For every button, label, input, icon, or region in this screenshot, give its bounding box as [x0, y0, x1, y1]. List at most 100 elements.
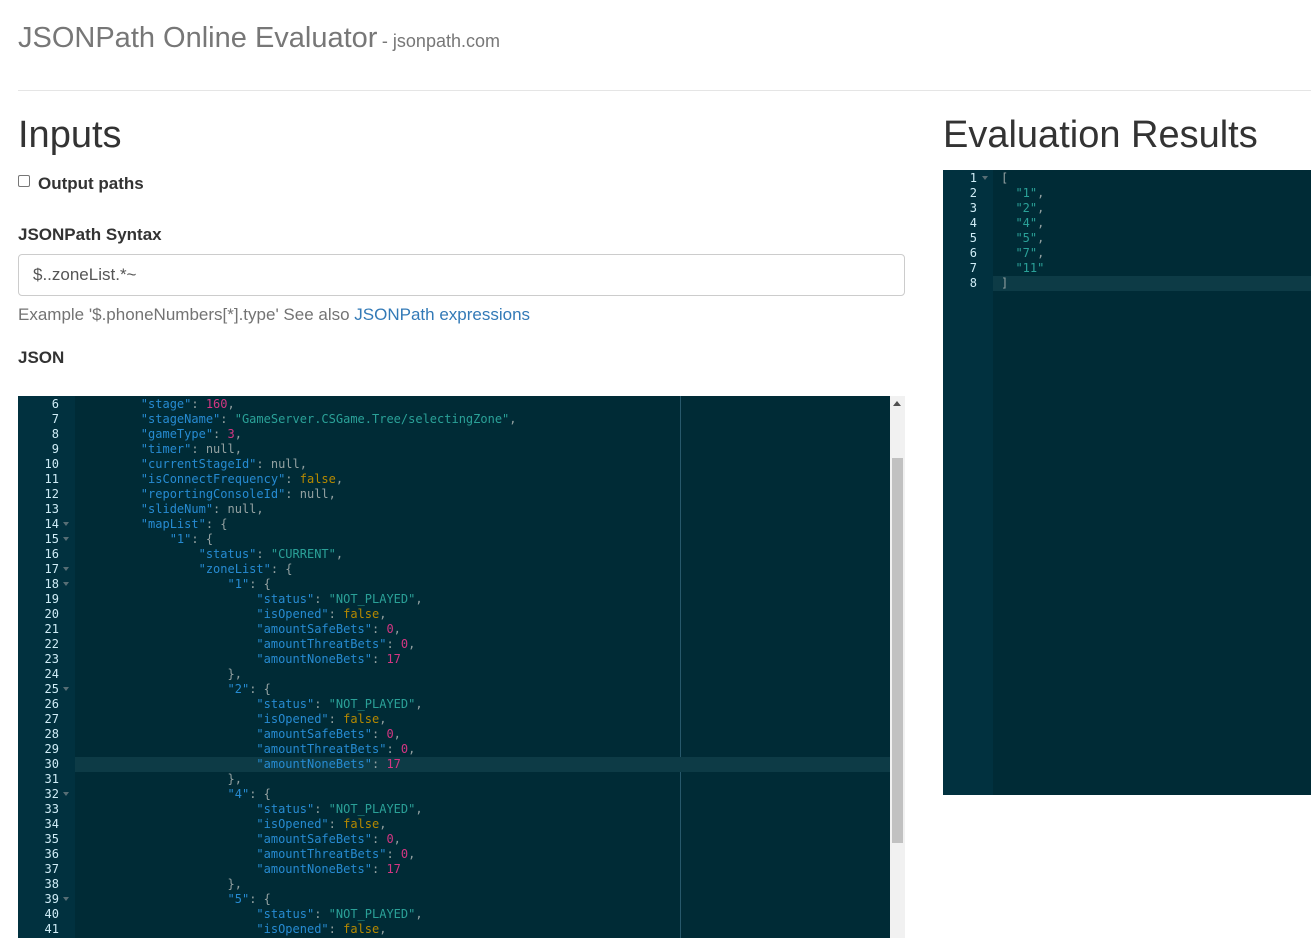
json-editor-line[interactable]: 11 "isConnectFrequency": false,	[18, 472, 890, 487]
code-token: :	[386, 637, 401, 651]
fold-arrow-icon[interactable]	[63, 522, 69, 526]
fold-arrow-icon[interactable]	[63, 537, 69, 541]
scroll-thumb[interactable]	[892, 458, 903, 843]
jsonpath-syntax-label: JSONPath Syntax	[18, 225, 162, 244]
result-editor-line[interactable]: 5 "5",	[943, 231, 1311, 246]
scroll-up-arrow-icon[interactable]	[893, 401, 901, 406]
json-editor-line[interactable]: 33 "status": "NOT_PLAYED",	[18, 802, 890, 817]
code-text: "1",	[1001, 186, 1044, 201]
output-paths-label[interactable]: Output paths	[38, 174, 144, 194]
json-editor-line[interactable]: 27 "isOpened": false,	[18, 712, 890, 727]
json-editor-line[interactable]: 30 "amountNoneBets": 17	[18, 757, 890, 772]
code-text: "amountNoneBets": 17	[83, 652, 401, 667]
line-number: 26	[44, 697, 59, 711]
code-token: "amountNoneBets"	[256, 652, 372, 666]
line-number: 1	[969, 171, 977, 185]
json-editor-line[interactable]: 26 "status": "NOT_PLAYED",	[18, 697, 890, 712]
code-token: ,	[1037, 201, 1045, 215]
code-token: ,	[408, 847, 416, 861]
json-editor-line[interactable]: 18 "1": {	[18, 577, 890, 592]
json-editor-line[interactable]: 15 "1": {	[18, 532, 890, 547]
json-editor-line[interactable]: 40 "status": "NOT_PLAYED",	[18, 907, 890, 922]
json-editor-line[interactable]: 39 "5": {	[18, 892, 890, 907]
code-text: "gameType": 3,	[83, 427, 242, 442]
code-token: "NOT_PLAYED"	[328, 592, 416, 606]
json-editor-line[interactable]: 9 "timer": null,	[18, 442, 890, 457]
fold-arrow-icon[interactable]	[63, 792, 69, 796]
json-editor-line[interactable]: 38 },	[18, 877, 890, 892]
json-editor-line[interactable]: 22 "amountThreatBets": 0,	[18, 637, 890, 652]
json-editor-line[interactable]: 14 "mapList": {	[18, 517, 890, 532]
json-editor-line[interactable]: 20 "isOpened": false,	[18, 607, 890, 622]
code-token: ,	[415, 802, 423, 816]
json-editor-line[interactable]: 7 "stageName": "GameServer.CSGame.Tree/s…	[18, 412, 890, 427]
result-editor[interactable]: 1[2 "1", 3 "2", 4 "4", 5 "5", 6 "7", 7 "11" 8]	[943, 170, 1311, 795]
fold-arrow-icon[interactable]	[63, 687, 69, 691]
code-token: :	[328, 607, 344, 621]
json-editor-line[interactable]: 25 "2": {	[18, 682, 890, 697]
json-editor[interactable]: 6 "stage": 160, 7 "stageName": "GameServe…	[18, 396, 890, 938]
code-token: : {	[191, 532, 214, 546]
result-editor-line[interactable]: 2 "1",	[943, 186, 1311, 201]
code-token: ,	[379, 607, 387, 621]
result-editor-line[interactable]: 6 "7",	[943, 246, 1311, 261]
output-paths-row[interactable]: Output paths	[18, 174, 144, 194]
line-number: 18	[44, 577, 59, 591]
json-editor-line[interactable]: 23 "amountNoneBets": 17	[18, 652, 890, 667]
result-editor-line[interactable]: 8]	[943, 276, 1311, 291]
syntax-help-text: Example '$.phoneNumbers[*].type' See als…	[18, 305, 355, 324]
json-editor-line[interactable]: 24 },	[18, 667, 890, 682]
code-token: "status"	[256, 907, 315, 921]
jsonpath-syntax-value: $..zoneList.*~	[33, 265, 137, 284]
code-text: "1": {	[83, 577, 271, 592]
jsonpath-syntax-input[interactable]: $..zoneList.*~	[18, 254, 905, 296]
json-editor-line[interactable]: 32 "4": {	[18, 787, 890, 802]
line-number: 3	[969, 201, 977, 215]
line-number: 23	[44, 652, 59, 666]
result-editor-line[interactable]: 4 "4",	[943, 216, 1311, 231]
result-editor-line[interactable]: 1[	[943, 171, 1311, 186]
json-editor-line[interactable]: 31 },	[18, 772, 890, 787]
result-editor-line[interactable]: 7 "11"	[943, 261, 1311, 276]
json-editor-line[interactable]: 6 "stage": 160,	[18, 397, 890, 412]
jsonpath-expressions-link[interactable]: JSONPath expressions	[354, 305, 530, 324]
json-editor-line[interactable]: 37 "amountNoneBets": 17	[18, 862, 890, 877]
code-token: "amountNoneBets"	[256, 862, 372, 876]
code-token: ,	[335, 472, 344, 486]
fold-arrow-icon[interactable]	[982, 176, 988, 180]
code-token: "amountNoneBets"	[256, 757, 372, 771]
fold-arrow-icon[interactable]	[63, 567, 69, 571]
json-editor-line[interactable]: 36 "amountThreatBets": 0,	[18, 847, 890, 862]
fold-arrow-icon[interactable]	[63, 582, 69, 586]
code-token: "amountThreatBets"	[256, 847, 387, 861]
code-text: "slideNum": null,	[83, 502, 264, 517]
code-text: "isOpened": false,	[83, 712, 386, 727]
json-editor-line[interactable]: 28 "amountSafeBets": 0,	[18, 727, 890, 742]
json-editor-line[interactable]: 35 "amountSafeBets": 0,	[18, 832, 890, 847]
line-number: 37	[44, 862, 59, 876]
code-token: "1"	[169, 532, 192, 546]
code-token: ,	[1037, 186, 1045, 200]
json-editor-line[interactable]: 10 "currentStageId": null,	[18, 457, 890, 472]
code-token: [	[1001, 171, 1009, 185]
json-editor-line[interactable]: 12 "reportingConsoleId": null,	[18, 487, 890, 502]
json-editor-line[interactable]: 29 "amountThreatBets": 0,	[18, 742, 890, 757]
code-token: :	[213, 427, 228, 441]
fold-arrow-icon[interactable]	[63, 897, 69, 901]
json-editor-line[interactable]: 21 "amountSafeBets": 0,	[18, 622, 890, 637]
json-editor-line[interactable]: 16 "status": "CURRENT",	[18, 547, 890, 562]
code-text: },	[83, 667, 242, 682]
json-editor-scrollbar[interactable]	[890, 396, 905, 938]
line-number: 38	[44, 877, 59, 891]
json-editor-line[interactable]: 13 "slideNum": null,	[18, 502, 890, 517]
code-token: ,	[393, 622, 401, 636]
json-editor-line[interactable]: 41 "isOpened": false,	[18, 922, 890, 937]
code-token: "NOT_PLAYED"	[328, 907, 416, 921]
json-editor-line[interactable]: 17 "zoneList": {	[18, 562, 890, 577]
json-editor-line[interactable]: 19 "status": "NOT_PLAYED",	[18, 592, 890, 607]
output-paths-checkbox[interactable]	[18, 175, 30, 187]
result-editor-line[interactable]: 3 "2",	[943, 201, 1311, 216]
json-editor-line[interactable]: 8 "gameType": 3,	[18, 427, 890, 442]
json-editor-line[interactable]: 34 "isOpened": false,	[18, 817, 890, 832]
line-number: 14	[44, 517, 59, 531]
